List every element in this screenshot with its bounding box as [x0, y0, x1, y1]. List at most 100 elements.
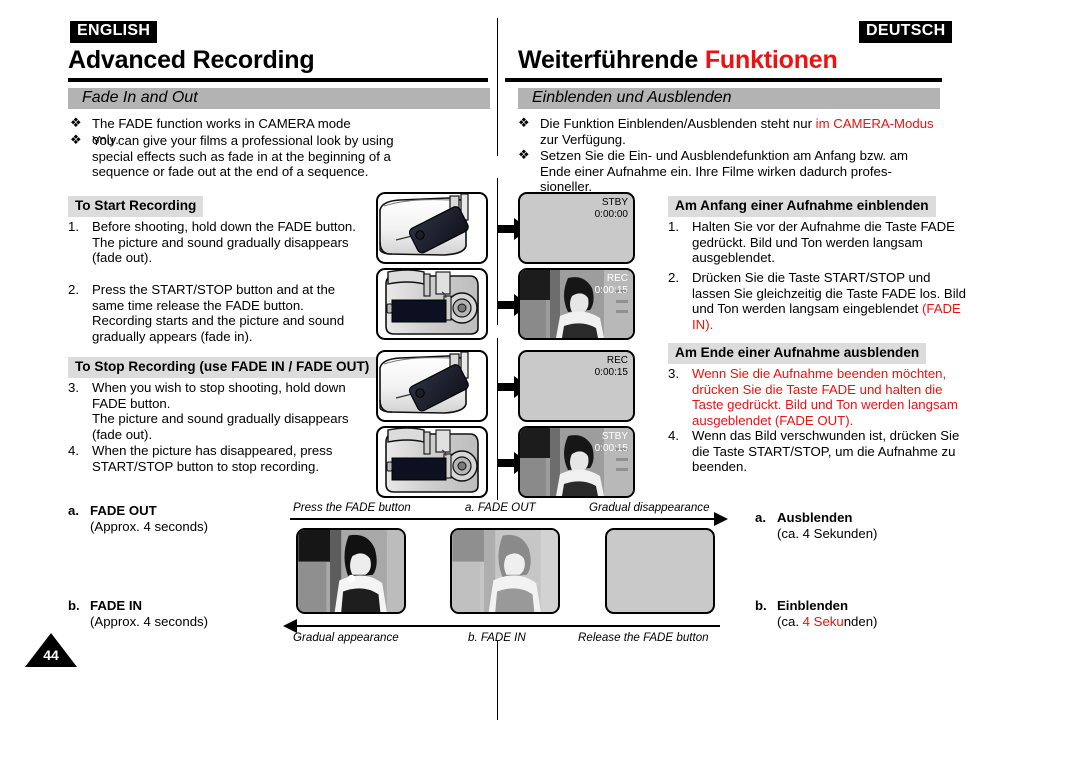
- clover-bullet-icon: ❖: [518, 147, 530, 162]
- legend-letter: a.: [755, 510, 766, 525]
- strip-arrowhead-right-icon: [714, 512, 728, 531]
- clover-bullet-icon: ❖: [518, 115, 530, 130]
- lcd-timecode: 0:00:15: [594, 367, 628, 378]
- legend-letter: b.: [755, 598, 767, 613]
- step-text: Drücken Sie die Taste START/STOP und las…: [668, 270, 968, 333]
- legend-head: FADE OUT: [90, 503, 157, 518]
- legend-head: Einblenden: [777, 598, 849, 613]
- strip-label-release-fade: Release the FADE button: [578, 631, 709, 644]
- page-number: 44: [43, 647, 59, 663]
- photo-girl-faded: [452, 530, 558, 612]
- strip-label-gradual-app: Gradual appearance: [293, 631, 399, 644]
- lcd-osd-2: REC 0:00:15: [595, 273, 628, 297]
- section-title-deutsch: Einblenden und Ausblenden: [532, 89, 732, 106]
- step-text: Before shooting, hold down the FADE butt…: [92, 219, 356, 266]
- step-deutsch-3: 3. Wenn Sie die Aufnahme beenden möchten…: [668, 366, 968, 429]
- bullet-text-red: im CAMERA-Modus: [815, 116, 934, 131]
- step-number: 1.: [668, 219, 679, 234]
- lcd-status: STBY: [601, 197, 628, 208]
- header-rule-left: [68, 78, 488, 82]
- lcd-timecode: 0:00:00: [594, 209, 628, 220]
- step-text: Halten Sie vor der Aufnahme die Taste FA…: [692, 219, 955, 266]
- lcd-screen-2: REC 0:00:15: [518, 268, 635, 340]
- chapter-title-deutsch: Weiterführende Funktionen: [518, 46, 838, 75]
- bullet-english-2: ❖ You can give your films a professional…: [70, 132, 410, 180]
- section-bar-left: Fade In and Out: [68, 88, 490, 109]
- photo-frame-mid: [450, 528, 560, 614]
- step-number: 3.: [668, 366, 679, 381]
- bullet-text: Setzen Sie die Ein- und Ausblendefunktio…: [540, 148, 909, 195]
- photo-frame-blank: [605, 528, 715, 614]
- step-number: 4.: [668, 428, 679, 443]
- arrowhead-right-glyph: [714, 512, 728, 526]
- strip-arrow-line-top: [290, 518, 720, 520]
- step-number: 1.: [68, 219, 79, 234]
- lcd-osd-1: STBY 0:00:00: [595, 197, 628, 221]
- bullet-deutsch-1: ❖ Die Funktion Einblenden/Ausblenden ste…: [518, 115, 948, 147]
- step-text: Wenn das Bild verschwunden ist, drücken …: [692, 428, 960, 475]
- camcorder-illustration-4: [376, 426, 488, 498]
- step-english-3: 3. When you wish to stop shooting, hold …: [68, 380, 368, 443]
- strip-label-gradual-dis: Gradual disappearance: [589, 501, 710, 514]
- photo-girl-full-contrast: [298, 530, 404, 612]
- camcorder-rear-view-graphic: [385, 428, 479, 493]
- step-text: When you wish to stop shooting, hold dow…: [92, 380, 349, 443]
- step-deutsch-1: 1. Halten Sie vor der Aufnahme die Taste…: [668, 219, 968, 266]
- strip-label-fade-out: a. FADE OUT: [465, 501, 536, 514]
- lcd-status: REC: [606, 355, 628, 366]
- clover-bullet-icon: ❖: [70, 115, 82, 130]
- lcd-timecode: 0:00:15: [594, 443, 628, 454]
- step-english-1: 1. Before shooting, hold down the FADE b…: [68, 219, 368, 266]
- manual-page: ENGLISH Advanced Recording Fade In and O…: [0, 0, 1080, 771]
- step-text: When the picture has disappeared, press …: [92, 443, 333, 474]
- language-badge-deutsch: DEUTSCH: [859, 21, 953, 43]
- legend-english-a: a. FADE OUT (Approx. 4 seconds): [68, 503, 268, 535]
- chip-to-start-recording: To Start Recording: [68, 196, 204, 217]
- clover-bullet-icon: ❖: [70, 132, 82, 147]
- step-english-2: 2. Press the START/STOP button and at th…: [68, 282, 368, 345]
- legend-sub: (ca. 4 Sekunden): [755, 614, 975, 630]
- section-title-english: Fade In and Out: [82, 89, 198, 106]
- camcorder-illustration-3: [376, 350, 488, 422]
- legend-deutsch-b: b. Einblenden (ca. 4 Sekunden): [755, 598, 975, 630]
- chapter-title-deutsch-red: Funktionen: [704, 46, 838, 74]
- camcorder-illustration-2: [376, 268, 488, 340]
- step-number: 2.: [68, 282, 79, 297]
- step-english-4: 4. When the picture has disappeared, pre…: [68, 443, 368, 474]
- bullet-text: You can give your films a professional l…: [92, 133, 394, 180]
- camcorder-illustration-1: [376, 192, 488, 264]
- camcorder-side-view-graphic: [379, 194, 469, 256]
- column-divider-top: [497, 18, 498, 156]
- lcd-screen-1: STBY 0:00:00: [518, 192, 635, 264]
- step-deutsch-4: 4. Wenn das Bild verschwunden ist, drück…: [668, 428, 968, 475]
- legend-sub: (ca. 4 Sekunden): [777, 526, 878, 541]
- lcd-timecode: 0:00:15: [594, 285, 628, 296]
- photo-frame-full: [296, 528, 406, 614]
- legend-english-b: b. FADE IN (Approx. 4 seconds): [68, 598, 268, 630]
- legend-sub: (Approx. 4 seconds): [90, 614, 209, 629]
- chip-to-stop-recording: To Stop Recording (use FADE IN / FADE OU…: [68, 357, 377, 378]
- chapter-title-deutsch-black: Weiterführende: [518, 46, 705, 74]
- lcd-osd-4: STBY 0:00:15: [595, 431, 628, 455]
- camcorder-rear-view-graphic: [385, 270, 479, 335]
- bullet-text-black: Die Funktion Einblenden/Ausblenden steht…: [540, 116, 816, 131]
- column-divider-bottom: [497, 640, 498, 720]
- legend-deutsch-a: a. Ausblenden (ca. 4 Sekunden): [755, 510, 955, 542]
- header-rule-right: [505, 78, 942, 82]
- legend-head: Ausblenden: [777, 510, 853, 525]
- step-number: 3.: [68, 380, 79, 395]
- step-text: Press the START/STOP button and at the s…: [92, 282, 345, 345]
- lcd-screen-3: REC 0:00:15: [518, 350, 635, 422]
- bullet-deutsch-2: ❖ Setzen Sie die Ein- und Ausblendefunkt…: [518, 147, 928, 195]
- chip-am-anfang: Am Anfang einer Aufnahme einblenden: [668, 196, 936, 217]
- step-text: Wenn Sie die Aufnahme beenden möchten, d…: [692, 366, 958, 429]
- legend-sub: (Approx. 4 seconds): [90, 519, 209, 534]
- strip-label-fade-in: b. FADE IN: [468, 631, 526, 644]
- step-number: 2.: [668, 270, 679, 285]
- strip-label-press-fade: Press the FADE button: [293, 501, 411, 514]
- bullet-text-tail: zur Verfügung.: [540, 131, 626, 147]
- legend-letter: a.: [68, 503, 79, 518]
- legend-sub-red: 4 Seku: [802, 614, 844, 629]
- legend-sub-pre: (ca.: [777, 614, 803, 629]
- lcd-status: REC: [606, 273, 628, 284]
